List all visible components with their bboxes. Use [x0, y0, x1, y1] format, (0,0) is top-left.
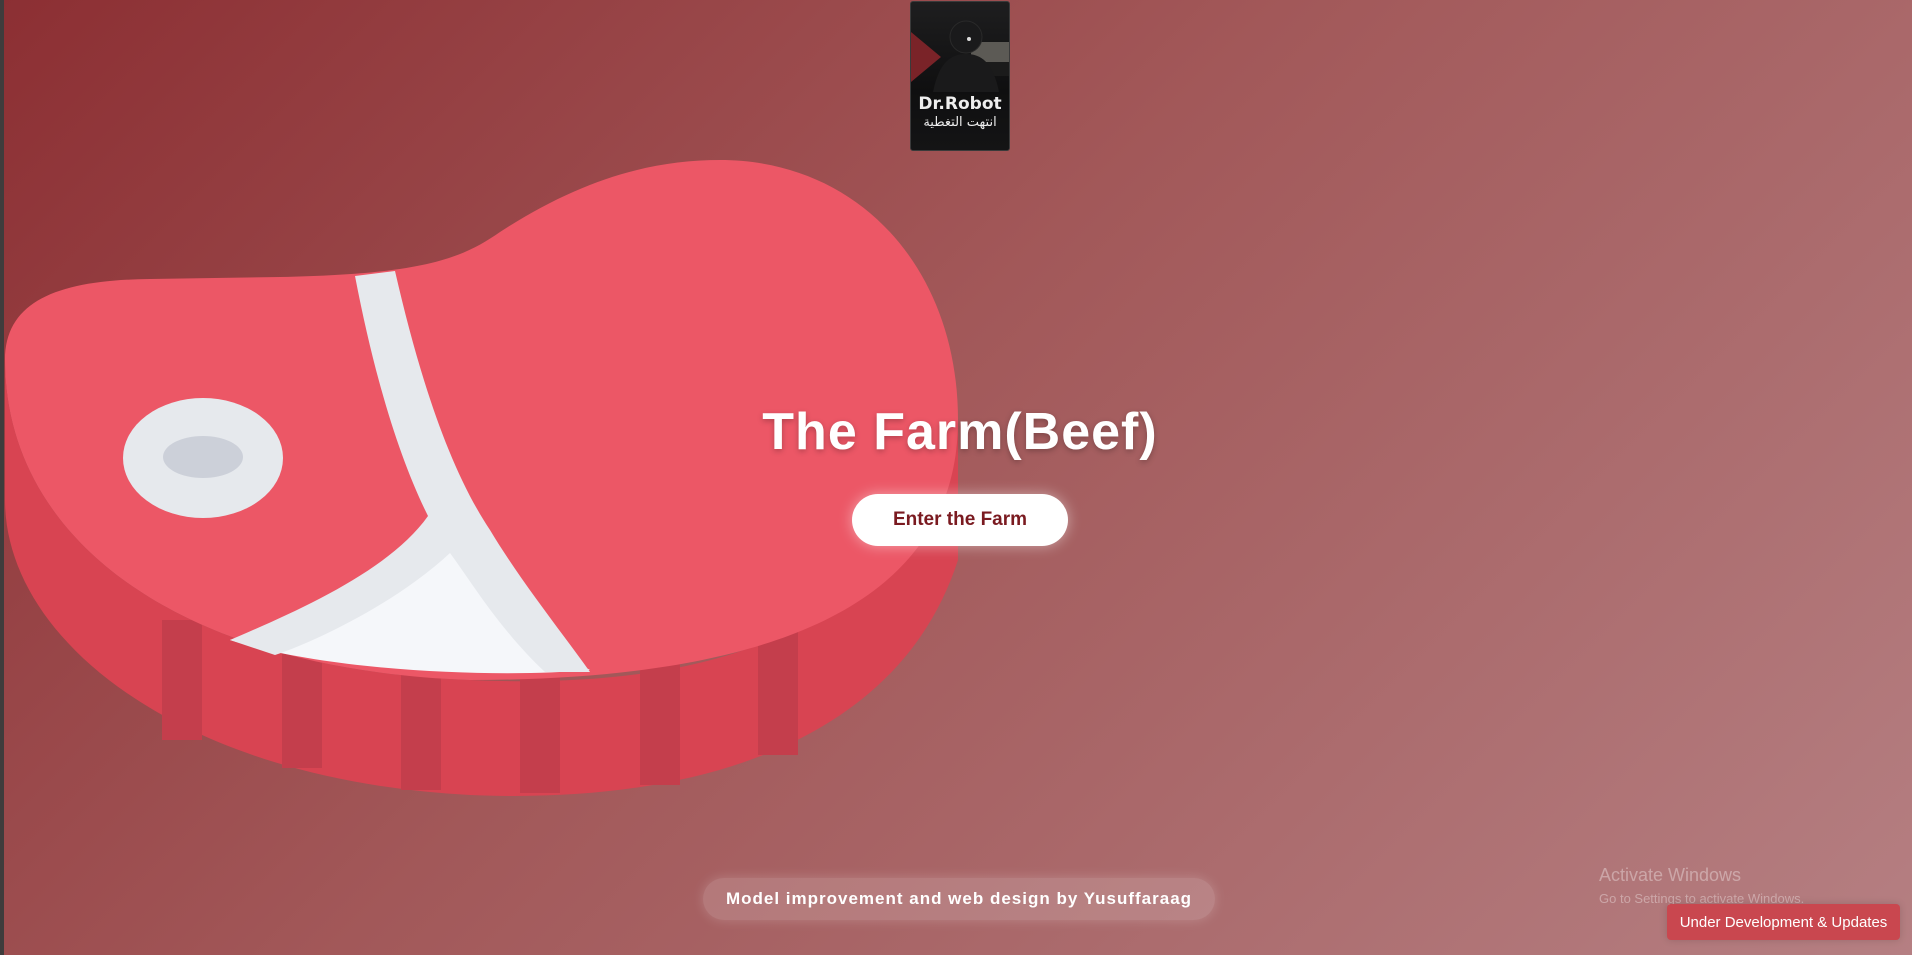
dr-robot-logo: Dr.Robot انتهت التغطية — [910, 1, 1010, 151]
steak-stripe — [401, 660, 441, 790]
steak-illustration — [5, 160, 958, 796]
logo-subtitle: انتهت التغطية — [923, 115, 997, 130]
steak-stripe — [520, 665, 560, 793]
page-title: The Farm(Beef) — [762, 403, 1158, 461]
marrow-center — [163, 436, 243, 478]
credit-banner: Model improvement and web design by Yusu… — [703, 878, 1215, 920]
steak-stripe — [640, 660, 680, 785]
steak-stripe — [162, 620, 202, 740]
activate-windows-watermark: Activate Windows Go to Settings to activ… — [1599, 865, 1804, 906]
watermark-title: Activate Windows — [1599, 865, 1742, 885]
logo-title: Dr.Robot — [918, 94, 1002, 114]
under-development-badge[interactable]: Under Development & Updates — [1667, 904, 1900, 940]
steak-stripe — [758, 630, 798, 755]
enter-farm-button[interactable]: Enter the Farm — [852, 494, 1068, 546]
